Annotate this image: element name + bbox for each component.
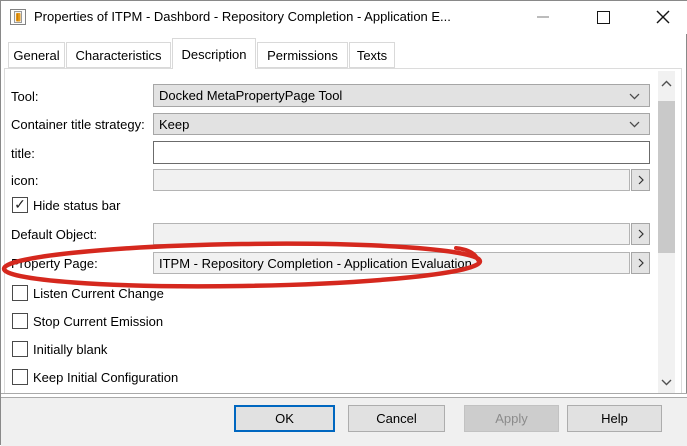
tab-general[interactable]: General xyxy=(8,42,65,68)
chevron-right-icon xyxy=(638,258,644,268)
chevron-right-icon xyxy=(638,175,644,185)
help-button[interactable]: Help xyxy=(567,405,662,432)
keep-initial-configuration-checkbox[interactable] xyxy=(12,369,28,385)
minimize-icon xyxy=(537,16,549,18)
scroll-up-button[interactable] xyxy=(658,73,675,93)
tab-characteristics[interactable]: Characteristics xyxy=(66,42,171,68)
container-title-strategy-label: Container title strategy: xyxy=(11,117,145,132)
hide-status-bar-checkbox[interactable]: ✓ xyxy=(12,197,28,213)
initially-blank-checkbox[interactable] xyxy=(12,341,28,357)
window-title: Properties of ITPM - Dashbord - Reposito… xyxy=(34,9,451,24)
ok-button[interactable]: OK xyxy=(234,405,335,432)
keep-initial-configuration-label: Keep Initial Configuration xyxy=(33,370,178,385)
listen-current-change-label: Listen Current Change xyxy=(33,286,164,301)
default-object-browse-button[interactable] xyxy=(631,223,650,245)
tab-permissions[interactable]: Permissions xyxy=(257,42,348,68)
tool-label: Tool: xyxy=(11,89,38,104)
chevron-right-icon xyxy=(638,229,644,239)
checkmark-icon: ✓ xyxy=(14,197,26,211)
tab-texts[interactable]: Texts xyxy=(349,42,395,68)
close-button[interactable] xyxy=(646,1,680,33)
scrollbar-thumb[interactable] xyxy=(658,101,675,253)
icon-field[interactable] xyxy=(153,169,630,191)
property-page-field[interactable]: ITPM - Repository Completion - Applicati… xyxy=(153,252,630,274)
apply-button: Apply xyxy=(464,405,559,432)
scroll-down-button[interactable] xyxy=(658,372,675,392)
maximize-button[interactable] xyxy=(586,1,620,33)
minimize-button[interactable] xyxy=(526,1,560,33)
property-page-label: Property Page: xyxy=(11,256,98,271)
icon-browse-button[interactable] xyxy=(631,169,650,191)
app-tool-icon xyxy=(10,9,26,25)
chevron-down-icon xyxy=(629,93,640,100)
icon-field-label: icon: xyxy=(11,173,38,188)
default-object-field[interactable] xyxy=(153,223,630,245)
stop-current-emission-label: Stop Current Emission xyxy=(33,314,163,329)
tab-description[interactable]: Description xyxy=(172,38,256,69)
container-title-strategy-dropdown[interactable]: Keep xyxy=(153,113,650,135)
tool-dropdown[interactable]: Docked MetaPropertyPage Tool xyxy=(153,84,650,107)
chevron-up-icon xyxy=(661,80,672,87)
listen-current-change-checkbox[interactable] xyxy=(12,285,28,301)
initially-blank-label: Initially blank xyxy=(33,342,107,357)
chevron-down-icon xyxy=(661,379,672,386)
default-object-label: Default Object: xyxy=(11,227,97,242)
title-input[interactable] xyxy=(153,141,650,164)
title-field-label: title: xyxy=(11,146,35,161)
chevron-down-icon xyxy=(629,121,640,128)
properties-dialog: Properties of ITPM - Dashbord - Reposito… xyxy=(0,0,687,445)
maximize-icon xyxy=(597,11,610,24)
title-bar: Properties of ITPM - Dashbord - Reposito… xyxy=(1,1,687,34)
property-page-browse-button[interactable] xyxy=(631,252,650,274)
stop-current-emission-checkbox[interactable] xyxy=(12,313,28,329)
hide-status-bar-label: Hide status bar xyxy=(33,198,120,213)
close-icon xyxy=(656,10,670,24)
cancel-button[interactable]: Cancel xyxy=(348,405,445,432)
